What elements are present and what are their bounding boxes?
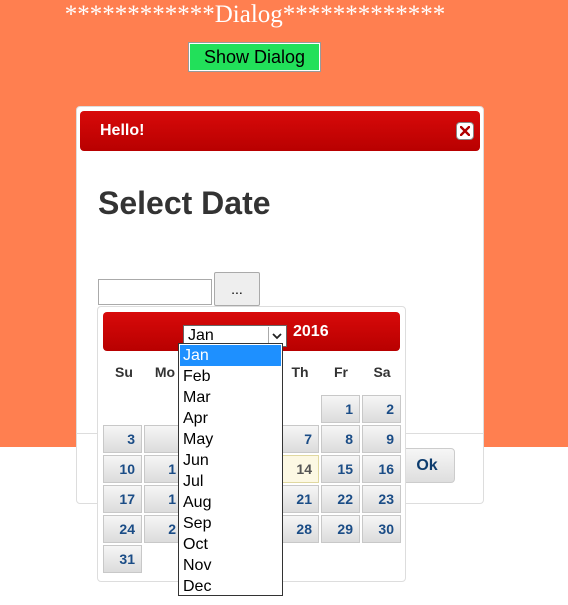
month-option[interactable]: Jun	[180, 450, 281, 471]
month-option[interactable]: Jul	[180, 471, 281, 492]
day-cell[interactable]: 28	[280, 515, 319, 543]
ok-button[interactable]: Ok	[399, 448, 455, 483]
month-option[interactable]: Jan	[180, 345, 281, 366]
date-picker-button[interactable]: ...	[214, 272, 260, 306]
month-dropdown-list: Jan Feb Mar Apr May Jun Jul Aug Sep Oct …	[178, 343, 283, 596]
close-icon[interactable]	[456, 122, 474, 140]
weekday-header: Th	[291, 364, 309, 380]
day-cell[interactable]: 1	[321, 395, 360, 423]
day-cell[interactable]: 9	[362, 425, 401, 453]
day-cell[interactable]: 2	[362, 395, 401, 423]
dialog-heading: Select Date	[98, 185, 271, 221]
month-option[interactable]: Apr	[180, 408, 281, 429]
weekday-header: Sa	[373, 364, 391, 380]
day-cell[interactable]: 3	[103, 425, 142, 453]
month-option[interactable]: Nov	[180, 555, 281, 576]
day-cell[interactable]: 21	[280, 485, 319, 513]
month-option[interactable]: May	[180, 429, 281, 450]
month-option[interactable]: Aug	[180, 492, 281, 513]
dialog-title: Hello!	[100, 122, 145, 139]
date-input[interactable]	[98, 279, 212, 305]
day-cell[interactable]: 29	[321, 515, 360, 543]
day-cell[interactable]: 22	[321, 485, 360, 513]
day-cell[interactable]: 17	[103, 485, 142, 513]
weekday-header: Fr	[334, 364, 348, 380]
page-title: ************Dialog*************	[64, 1, 446, 28]
weekday-header: Su	[115, 364, 133, 380]
day-cell[interactable]: 30	[362, 515, 401, 543]
month-select-value: Jan	[188, 327, 214, 344]
day-cell[interactable]: 15	[321, 455, 360, 483]
show-dialog-button[interactable]: Show Dialog	[188, 42, 321, 72]
day-cell[interactable]: 31	[103, 545, 142, 573]
day-cell[interactable]: 7	[280, 425, 319, 453]
day-cell[interactable]: 24	[103, 515, 142, 543]
day-cell-today[interactable]: 14	[280, 455, 319, 483]
year-label: 2016	[293, 323, 329, 340]
month-option[interactable]: Oct	[180, 534, 281, 555]
month-option[interactable]: Dec	[180, 576, 281, 597]
day-cell[interactable]: 8	[321, 425, 360, 453]
day-cell[interactable]: 23	[362, 485, 401, 513]
month-option[interactable]: Feb	[180, 366, 281, 387]
month-option[interactable]: Sep	[180, 513, 281, 534]
month-option[interactable]: Mar	[180, 387, 281, 408]
dialog-header: Hello!	[80, 111, 480, 151]
day-cell[interactable]: 16	[362, 455, 401, 483]
day-cell[interactable]: 10	[103, 455, 142, 483]
